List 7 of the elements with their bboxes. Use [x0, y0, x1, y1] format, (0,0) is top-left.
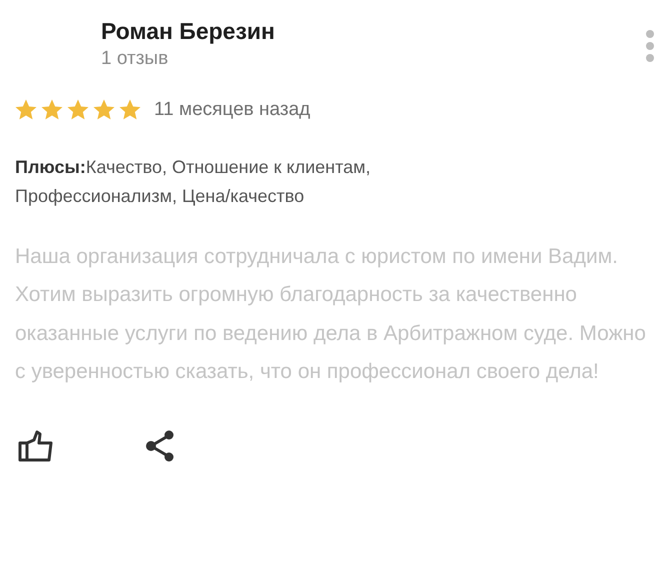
share-icon[interactable] — [144, 430, 176, 462]
pros-text: Плюсы:Качество, Отношение к клиентам, Профессионализм, Цена/качество — [15, 156, 372, 208]
review-text: Наша организация сотрудничала с юристом по имени Вадим. Хотим выразить огромную благодарность за качественно оказанные услуги по ведению дела в Арбитражном суде. Можно с уверенностью сказать, что он профессионал своего дела! — [15, 244, 647, 385]
author-name: Роман Березин — [101, 17, 275, 46]
thumbs-up-icon[interactable] — [18, 430, 54, 462]
review-count: 1 отзыв — [101, 47, 168, 71]
review-date: 11 месяцев назад — [154, 98, 310, 122]
